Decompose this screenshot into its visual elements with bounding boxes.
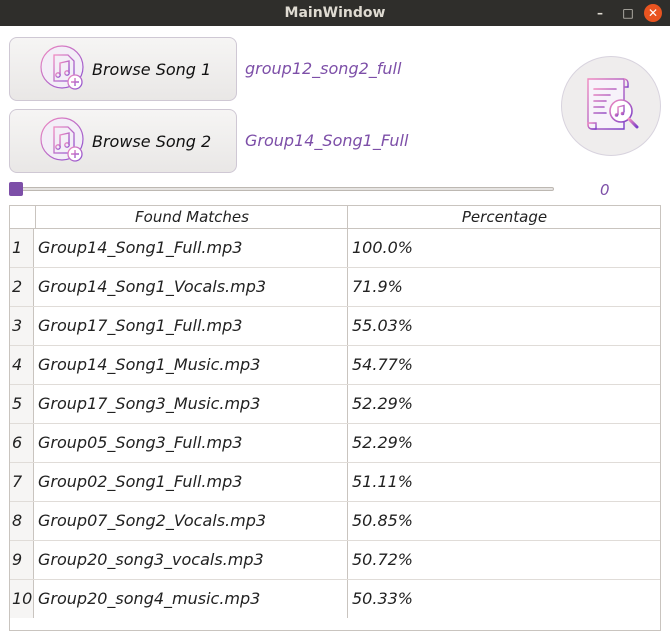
table-row[interactable]: 3 Group17_Song1_Full.mp3 55.03%: [10, 307, 660, 346]
table-row[interactable]: 5 Group17_Song3_Music.mp3 52.29%: [10, 385, 660, 424]
progress-slider[interactable]: [9, 182, 554, 196]
music-file-add-icon: [40, 45, 84, 90]
row-index[interactable]: 6: [10, 424, 34, 462]
table-row[interactable]: 10 Group20_song4_music.mp3 50.33%: [10, 580, 660, 618]
window-title: MainWindow: [284, 5, 386, 21]
row-index[interactable]: 4: [10, 346, 34, 384]
match-name-cell[interactable]: Group17_Song3_Music.mp3: [35, 385, 347, 423]
table-body: 1 Group14_Song1_Full.mp3 100.0% 2 Group14_So…: [10, 229, 660, 618]
header-percentage[interactable]: Percentage: [347, 206, 661, 228]
matches-table: Found Matches Percentage 1 Group14_Song1_…: [9, 205, 661, 631]
browse-song-2-label: Browse Song 2: [92, 131, 212, 151]
match-name-cell[interactable]: Group20_song3_vocals.mp3: [35, 541, 347, 579]
close-button[interactable]: ✕: [644, 4, 662, 22]
row-index[interactable]: 2: [10, 268, 34, 306]
browse-song-1-label: Browse Song 1: [92, 59, 212, 79]
music-file-add-icon: [40, 117, 84, 162]
percentage-cell[interactable]: 100.0%: [347, 229, 660, 267]
row-index[interactable]: 7: [10, 463, 34, 501]
browse-song-1-button[interactable]: Browse Song 1: [9, 37, 237, 101]
search-button[interactable]: [561, 56, 661, 156]
title-bar: MainWindow – □ ✕: [0, 0, 670, 26]
slider-value: 0: [600, 181, 610, 199]
row-index[interactable]: 8: [10, 502, 34, 540]
row-index[interactable]: 3: [10, 307, 34, 345]
maximize-button[interactable]: □: [616, 3, 640, 23]
table-row[interactable]: 4 Group14_Song1_Music.mp3 54.77%: [10, 346, 660, 385]
percentage-cell[interactable]: 55.03%: [347, 307, 660, 345]
percentage-cell[interactable]: 54.77%: [347, 346, 660, 384]
table-row[interactable]: 7 Group02_Song1_Full.mp3 51.11%: [10, 463, 660, 502]
main-content: Browse Song 1 group12_song2_full Browse …: [0, 26, 670, 637]
row-index[interactable]: 10: [10, 580, 34, 618]
match-name-cell[interactable]: Group14_Song1_Music.mp3: [35, 346, 347, 384]
song-2-name: Group14_Song1_Full: [245, 131, 409, 150]
row-index[interactable]: 9: [10, 541, 34, 579]
match-name-cell[interactable]: Group07_Song2_Vocals.mp3: [35, 502, 347, 540]
percentage-cell[interactable]: 52.29%: [347, 424, 660, 462]
window-controls: – □ ✕: [588, 0, 662, 26]
table-row[interactable]: 2 Group14_Song1_Vocals.mp3 71.9%: [10, 268, 660, 307]
percentage-cell[interactable]: 51.11%: [347, 463, 660, 501]
match-name-cell[interactable]: Group05_Song3_Full.mp3: [35, 424, 347, 462]
slider-track: [9, 187, 554, 191]
percentage-cell[interactable]: 50.85%: [347, 502, 660, 540]
match-name-cell[interactable]: Group14_Song1_Vocals.mp3: [35, 268, 347, 306]
table-header: Found Matches Percentage: [10, 206, 660, 229]
percentage-cell[interactable]: 71.9%: [347, 268, 660, 306]
row-index[interactable]: 5: [10, 385, 34, 423]
match-name-cell[interactable]: Group14_Song1_Full.mp3: [35, 229, 347, 267]
table-row[interactable]: 6 Group05_Song3_Full.mp3 52.29%: [10, 424, 660, 463]
minimize-button[interactable]: –: [588, 3, 612, 23]
browse-song-2-button[interactable]: Browse Song 2: [9, 109, 237, 173]
percentage-cell[interactable]: 52.29%: [347, 385, 660, 423]
table-row[interactable]: 9 Group20_song3_vocals.mp3 50.72%: [10, 541, 660, 580]
percentage-cell[interactable]: 50.72%: [347, 541, 660, 579]
table-row[interactable]: 1 Group14_Song1_Full.mp3 100.0%: [10, 229, 660, 268]
match-name-cell[interactable]: Group17_Song1_Full.mp3: [35, 307, 347, 345]
slider-handle[interactable]: [9, 182, 23, 196]
music-document-search-icon: [587, 78, 639, 130]
match-name-cell[interactable]: Group02_Song1_Full.mp3: [35, 463, 347, 501]
row-index[interactable]: 1: [10, 229, 34, 267]
percentage-cell[interactable]: 50.33%: [347, 580, 660, 618]
header-found-matches[interactable]: Found Matches: [35, 206, 348, 228]
song-1-name: group12_song2_full: [245, 59, 402, 78]
table-row[interactable]: 8 Group07_Song2_Vocals.mp3 50.85%: [10, 502, 660, 541]
match-name-cell[interactable]: Group20_song4_music.mp3: [35, 580, 347, 618]
